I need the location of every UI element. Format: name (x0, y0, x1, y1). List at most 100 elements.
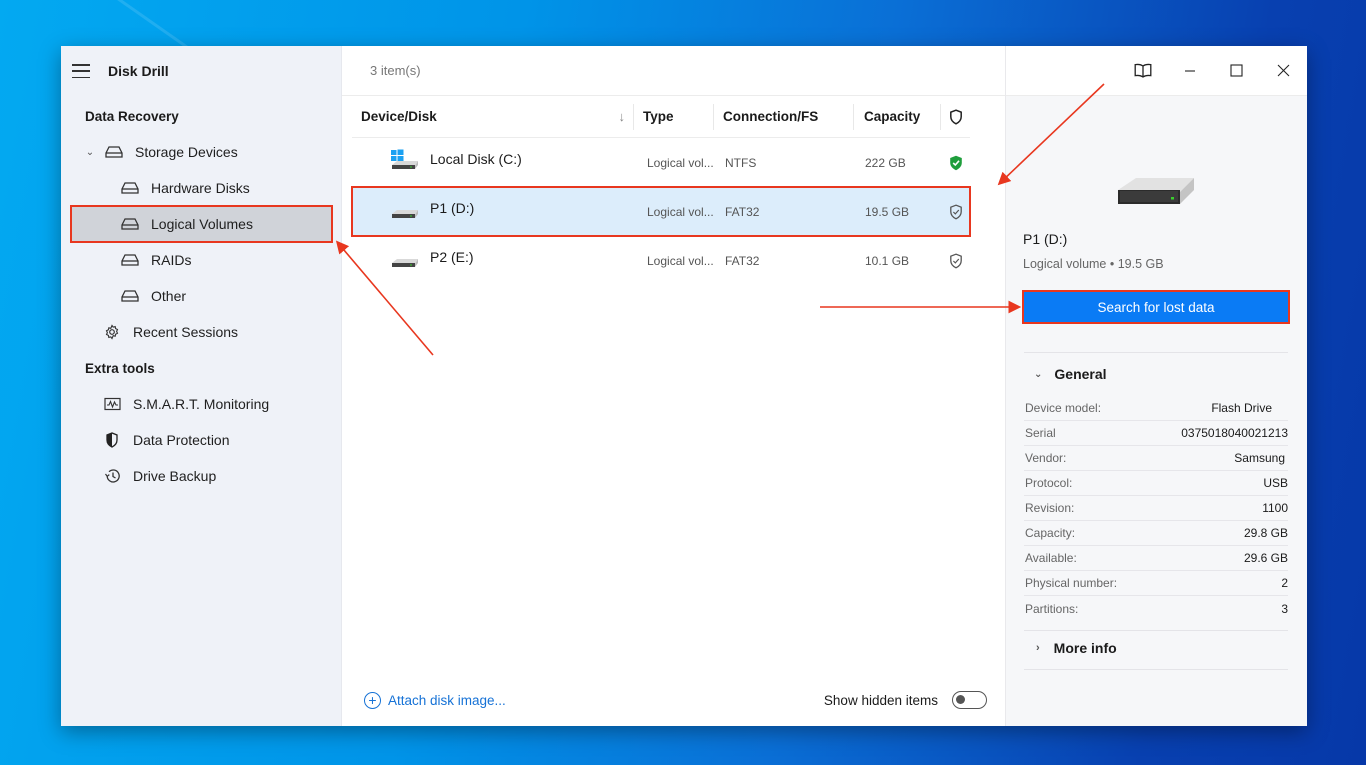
sidebar-item-label: Logical Volumes (151, 216, 253, 232)
table-header: Device/Disk ↓ Type Connection/FS Capacit… (352, 96, 970, 138)
sidebar: Disk Drill Data Recovery ⌄ Storage Devic… (61, 46, 342, 726)
app-title: Disk Drill (108, 63, 169, 79)
gear-icon (103, 323, 121, 341)
attach-disk-image-link[interactable]: + Attach disk image... (364, 691, 506, 709)
device-table: Device/Disk ↓ Type Connection/FS Capacit… (351, 96, 971, 285)
table-row[interactable]: Local Disk (C:) Logical vol... NTFS 222 … (352, 138, 970, 187)
chevron-down-icon: ⌄ (1034, 368, 1043, 380)
windows-drive-icon (390, 149, 420, 176)
section-title-extra-tools: Extra tools (85, 360, 155, 376)
shield-check-filled-icon[interactable] (949, 155, 963, 171)
column-header-device[interactable]: Device/Disk ↓ (352, 103, 634, 130)
show-hidden-toggle[interactable] (952, 691, 987, 709)
sidebar-item-label: Data Protection (133, 432, 230, 448)
device-fs: FAT32 (725, 253, 760, 268)
sidebar-item-drive-backup[interactable]: Drive Backup (61, 458, 341, 494)
drive-icon (121, 215, 139, 233)
sidebar-item-other[interactable]: Other (61, 278, 341, 314)
table-row[interactable]: P2 (E:) Logical vol... FAT32 10.1 GB (352, 236, 970, 285)
device-name: Local Disk (C:) (430, 150, 522, 167)
sidebar-item-data-protection[interactable]: Data Protection (61, 422, 341, 458)
device-fs: NTFS (725, 155, 757, 170)
property-row: Physical number: 2 (1024, 571, 1288, 596)
minimize-icon (1184, 69, 1195, 72)
drive-icon (121, 251, 139, 269)
main-panel: 3 item(s) Device/Disk ↓ Type Connection/… (342, 46, 1005, 726)
item-count: 3 item(s) (342, 46, 1005, 96)
device-type: Logical vol... (647, 204, 714, 219)
sidebar-item-label: Drive Backup (133, 468, 217, 484)
divider (1024, 352, 1288, 353)
drive-icon (121, 179, 139, 197)
sidebar-item-label: RAIDs (151, 252, 192, 268)
sidebar-item-raids[interactable]: RAIDs (61, 242, 341, 278)
app-window: Disk Drill Data Recovery ⌄ Storage Devic… (61, 46, 1307, 726)
show-hidden-items: Show hidden items (824, 691, 987, 709)
more-info-section-toggle[interactable]: › More info (1036, 640, 1117, 656)
chevron-down-icon[interactable]: ⌄ (83, 147, 97, 158)
device-capacity: 222 GB (865, 155, 906, 170)
drive-large-icon (1116, 164, 1196, 215)
sidebar-item-storage-devices[interactable]: ⌄ Storage Devices (61, 134, 341, 170)
search-for-lost-data-button[interactable]: Search for lost data (1022, 290, 1290, 324)
column-header-protection[interactable] (941, 104, 970, 130)
sidebar-item-label: Other (151, 288, 187, 304)
close-icon (1277, 64, 1290, 77)
property-row: Revision: 1100 (1024, 496, 1288, 521)
shield-check-outline-icon[interactable] (949, 253, 963, 269)
sidebar-item-label: Recent Sessions (133, 324, 239, 340)
sidebar-item-logical-volumes[interactable]: Logical Volumes (70, 205, 333, 243)
device-capacity: 10.1 GB (865, 253, 910, 268)
toggle-knob (956, 695, 965, 704)
sidebar-item-label: Storage Devices (135, 144, 238, 160)
maximize-button[interactable] (1213, 46, 1260, 96)
device-name: P1 (D:) (430, 199, 475, 216)
sort-descending-icon[interactable]: ↓ (619, 109, 626, 124)
sidebar-item-label: Hardware Disks (151, 180, 250, 196)
shield-half-icon (103, 431, 121, 449)
column-header-capacity[interactable]: Capacity (854, 103, 941, 130)
plus-circle-icon: + (364, 691, 381, 709)
general-section-toggle[interactable]: ⌄ General (1034, 366, 1107, 382)
section-title-data-recovery: Data Recovery (85, 108, 179, 124)
app-header: Disk Drill (61, 46, 341, 96)
sidebar-item-label: S.M.A.R.T. Monitoring (133, 396, 270, 412)
device-type: Logical vol... (647, 253, 714, 268)
details-panel: P1 (D:) Logical volume • 19.5 GB Search … (1005, 46, 1307, 726)
main-footer: + Attach disk image... Show hidden items (342, 674, 1005, 726)
minimize-button[interactable] (1166, 46, 1213, 96)
device-name: P2 (E:) (430, 248, 474, 265)
book-icon (1134, 63, 1151, 78)
device-fs: FAT32 (725, 204, 760, 219)
close-button[interactable] (1260, 46, 1307, 96)
maximize-icon (1230, 64, 1243, 77)
column-header-type[interactable]: Type (634, 103, 714, 130)
property-row: Partitions: 3 (1025, 601, 1288, 616)
monitor-pulse-icon (103, 395, 121, 413)
property-row: Device model: Flash Drive (1024, 396, 1288, 421)
title-bar (1006, 46, 1307, 96)
device-type: Logical vol... (647, 155, 714, 170)
table-row-selected[interactable]: P1 (D:) Logical vol... FAT32 19.5 GB (351, 186, 971, 237)
drive-icon (105, 143, 123, 161)
shield-icon (949, 108, 962, 125)
property-row: Available: 29.6 GB (1024, 546, 1288, 571)
hamburger-menu-icon[interactable] (72, 64, 90, 78)
selected-device-name: P1 (D:) (1023, 231, 1068, 247)
divider (1024, 669, 1288, 670)
sidebar-item-hardware-disks[interactable]: Hardware Disks (61, 170, 341, 206)
property-row: Vendor: Samsung (1024, 446, 1288, 471)
sidebar-item-recent-sessions[interactable]: Recent Sessions (61, 314, 341, 350)
drive-icon (390, 247, 420, 274)
sidebar-item-smart-monitoring[interactable]: S.M.A.R.T. Monitoring (61, 386, 341, 422)
property-row: Protocol: USB (1024, 471, 1288, 496)
device-capacity: 19.5 GB (865, 204, 910, 219)
help-book-button[interactable] (1119, 46, 1166, 96)
shield-check-outline-icon[interactable] (949, 204, 963, 220)
history-icon (103, 467, 121, 485)
column-header-connection[interactable]: Connection/FS (714, 103, 854, 130)
divider (1024, 630, 1288, 631)
property-row: Serial 0375018040021213 (1024, 421, 1288, 446)
drive-icon (121, 287, 139, 305)
show-hidden-label: Show hidden items (823, 692, 938, 708)
